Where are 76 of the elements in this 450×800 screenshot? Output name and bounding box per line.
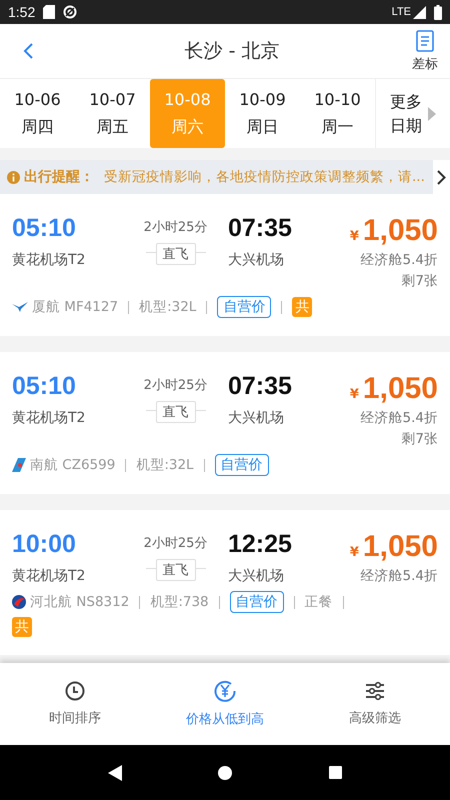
recents-nav-icon[interactable] [328, 766, 342, 779]
cabin-discount: 经济舱5.4折 [360, 251, 438, 269]
clock-icon [65, 681, 85, 701]
cabin-discount: 经济舱5.4折 [360, 409, 438, 427]
sort-tab[interactable]: 时间排序 [0, 663, 150, 745]
notice-text: 受新冠疫情影响，各地疫情防控政策调整频繁，请... [104, 168, 426, 186]
arrival-airport: 大兴机场 [228, 567, 285, 585]
bird-logo-icon [12, 302, 28, 312]
direct-flight-tag: 直飞 [156, 401, 196, 423]
seats-left: 剩7张 [401, 272, 438, 290]
arrival-time: 07:35 [228, 372, 293, 401]
yen-circle-icon [214, 680, 236, 702]
flight-info-text: 厦航 MF4127 [32, 298, 118, 316]
price: 1,050 [362, 214, 438, 248]
codeshare-badge: 共 [292, 297, 312, 317]
notice-label: 出行提醒： [24, 168, 94, 186]
arrival-airport: 大兴机场 [228, 409, 285, 427]
price: 1,050 [362, 530, 438, 564]
flight-info-text: 机型:738 [150, 593, 209, 611]
flight-card[interactable]: 05:10 黄花机场T2 2小时25分 直飞 07:35 大兴机场 ¥1,050 经济舱5.4折 剩7张 厦航 MF4127 机型:32L 自营价 共 [0, 194, 450, 336]
direct-flight-tag: 直飞 [156, 243, 196, 265]
cabin-discount: 经济舱5.4折 [360, 567, 438, 585]
currency-symbol: ¥ [350, 229, 359, 244]
sort-tab[interactable]: 高级筛选 [300, 663, 450, 745]
sliders-icon [365, 681, 385, 701]
flight-info-text: 河北航 NS8312 [30, 593, 130, 611]
departure-time: 05:10 [12, 214, 77, 243]
seats-left: 剩7张 [401, 430, 438, 448]
flight-card[interactable]: 10:00 黄花机场T2 2小时25分 直飞 12:25 大兴机场 ¥1,050 经济舱5.4折 河北航 NS8312 机型:738 自营价 正餐 共 [0, 510, 450, 655]
page-title: 长沙 - 北京 [184, 39, 280, 64]
signal-icon [413, 6, 426, 18]
departure-airport: 黄花机场T2 [12, 409, 86, 427]
date-tab[interactable]: 10-09 周日 [225, 79, 300, 148]
date-tab[interactable]: 10-10 周一 [300, 79, 375, 148]
blocked-icon [63, 5, 78, 19]
self-operated-price-tag: 自营价 [230, 591, 284, 613]
tail-logo-icon [12, 458, 26, 472]
swirl-logo-icon [12, 595, 26, 609]
flight-duration: 2小时25分 [144, 219, 208, 236]
home-nav-icon[interactable] [218, 766, 232, 780]
arrival-time: 07:35 [228, 214, 293, 243]
document-icon [416, 30, 434, 52]
codeshare-badge: 共 [12, 617, 32, 637]
travel-standard-button[interactable]: 差标 [410, 30, 440, 72]
departure-time: 05:10 [12, 372, 77, 401]
battery-icon [434, 4, 442, 20]
self-operated-price-tag: 自营价 [217, 296, 272, 318]
flight-info-text: 机型:32L [136, 456, 194, 474]
departure-airport: 黄花机场T2 [12, 567, 86, 585]
flight-info-text: 机型:32L [139, 298, 196, 316]
status-time: 1:52 [8, 4, 36, 20]
date-tab[interactable]: 10-07 周五 [75, 79, 150, 148]
flight-duration: 2小时25分 [144, 535, 208, 552]
network-type: LTE [392, 6, 411, 18]
sd-card-icon [43, 5, 56, 19]
more-dates-button[interactable]: 更多日期 [375, 79, 450, 148]
back-icon[interactable] [22, 42, 34, 60]
self-operated-price-tag: 自营价 [214, 454, 269, 476]
price: 1,050 [362, 372, 438, 406]
currency-symbol: ¥ [350, 545, 359, 560]
flight-duration: 2小时25分 [144, 377, 208, 394]
arrival-time: 12:25 [228, 530, 293, 559]
direct-flight-tag: 直飞 [156, 559, 196, 581]
departure-airport: 黄花机场T2 [12, 251, 86, 269]
flight-card[interactable]: 05:10 黄花机场T2 2小时25分 直飞 07:35 大兴机场 ¥1,050 经济舱5.4折 剩7张 南航 CZ6599 机型:32L 自营价 [0, 352, 450, 494]
departure-time: 10:00 [12, 530, 77, 559]
caret-icon [428, 106, 436, 120]
flight-info-text: 正餐 [304, 593, 333, 611]
back-nav-icon[interactable] [108, 764, 122, 780]
arrival-airport: 大兴机场 [228, 251, 285, 269]
info-icon [7, 170, 20, 184]
date-tab[interactable]: 10-06 周四 [0, 79, 75, 148]
chevron-right-icon[interactable] [437, 170, 446, 184]
flight-info-text: 南航 CZ6599 [30, 456, 116, 474]
currency-symbol: ¥ [350, 387, 359, 402]
sort-tab[interactable]: 价格从低到高 [150, 663, 300, 745]
